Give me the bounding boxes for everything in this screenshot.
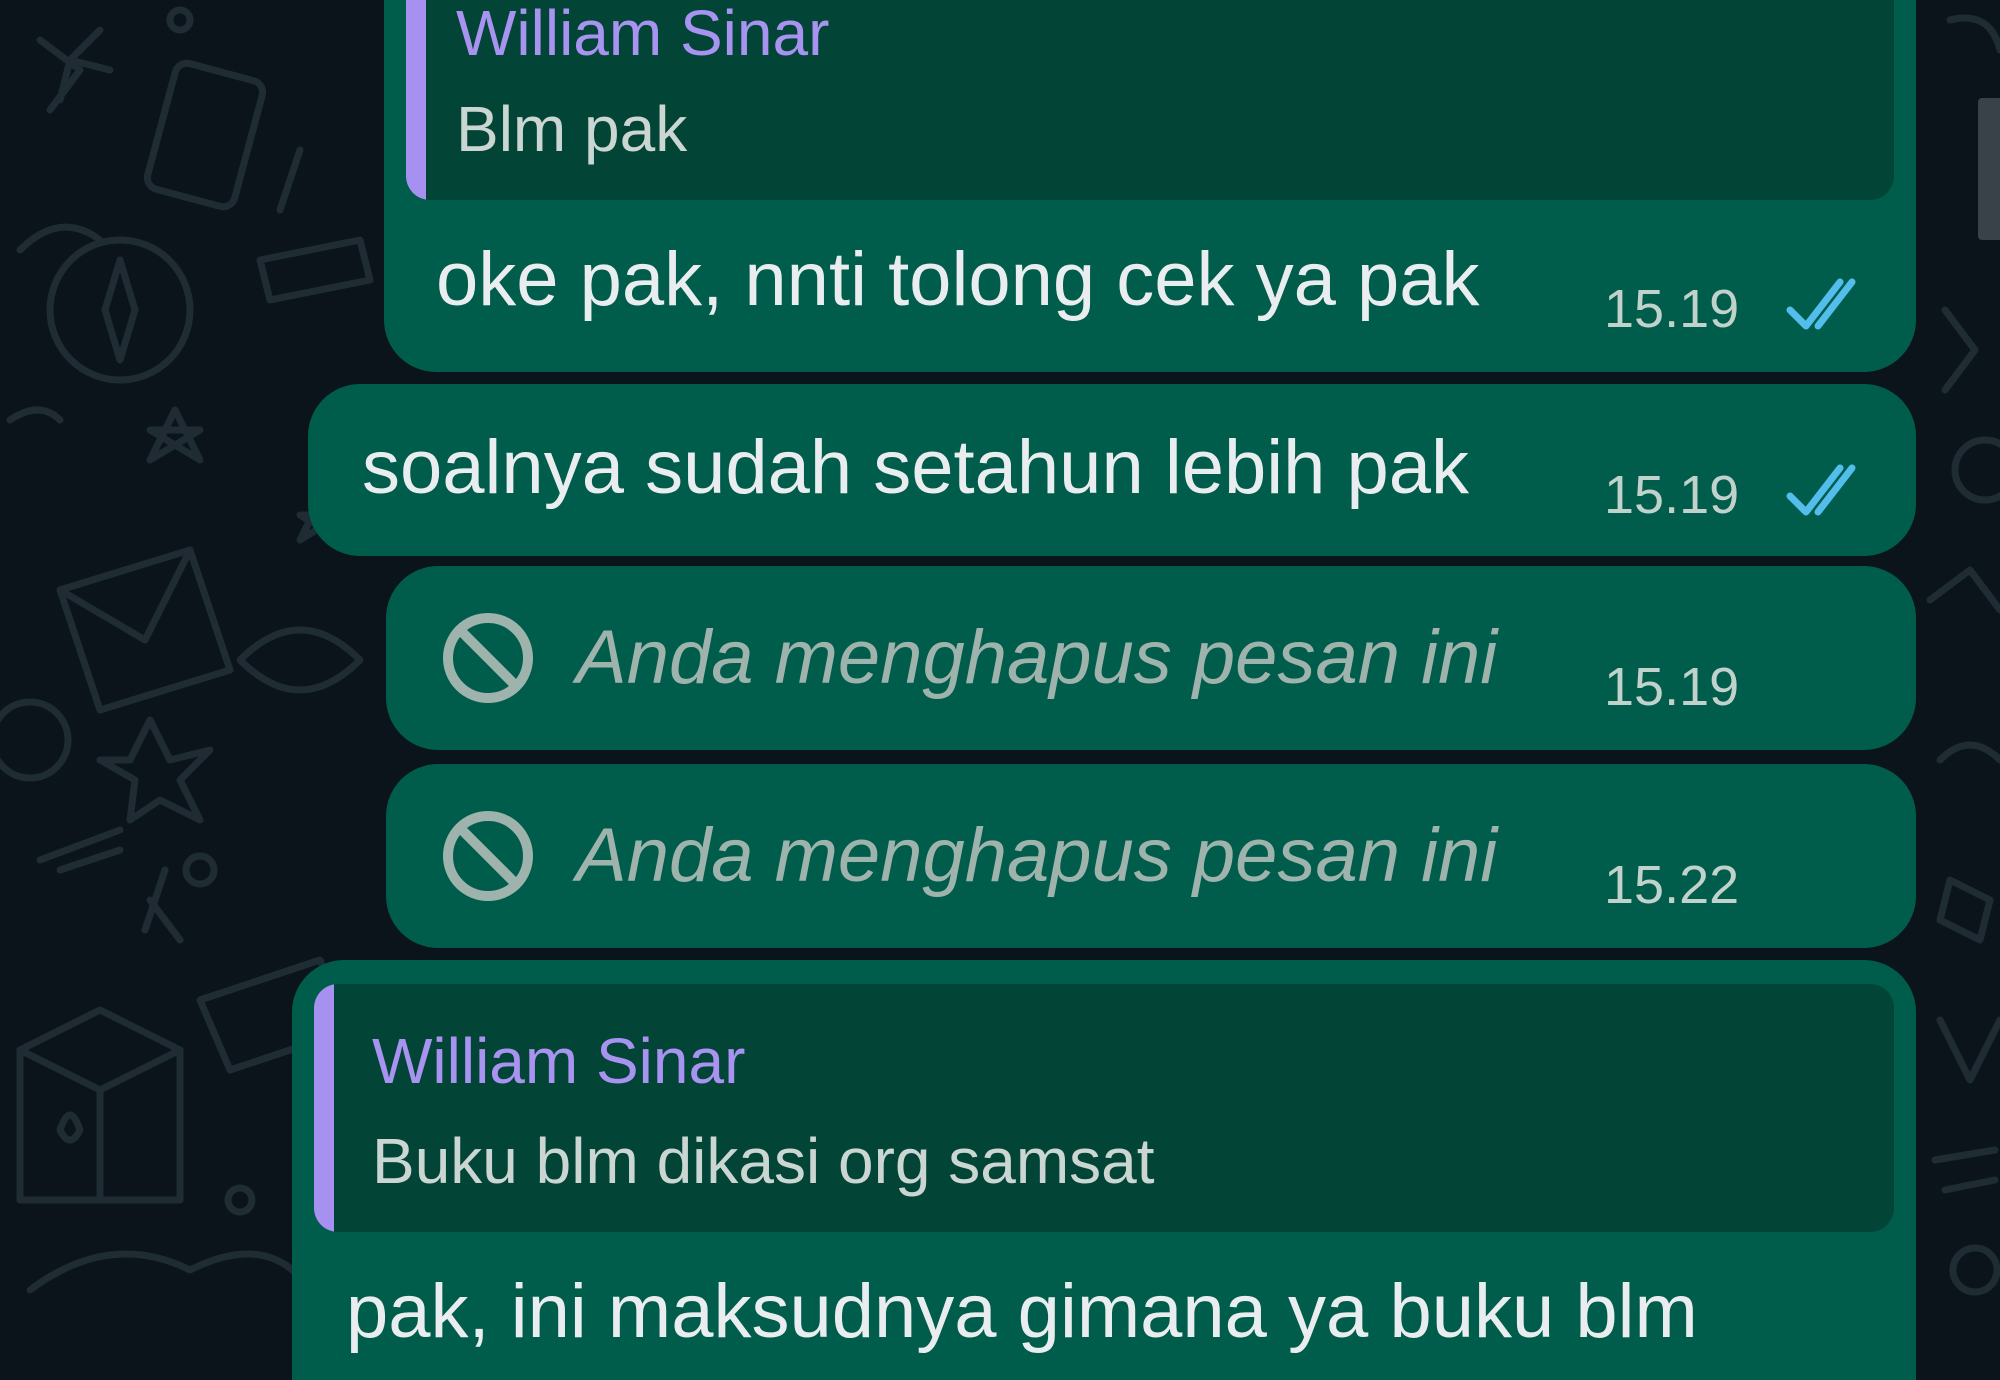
message-text: soalnya sudah setahun lebih pak (362, 425, 1470, 510)
message-bubble[interactable]: soalnya sudah setahun lebih pak 15.19 (308, 384, 1916, 556)
message-text: pak, ini maksudnya gimana ya buku blm (346, 1269, 1698, 1354)
double-check-read-icon (1786, 464, 1856, 516)
message-time: 15.19 (1604, 465, 1740, 525)
double-check-read-icon (1786, 278, 1856, 330)
quote-accent-bar (406, 0, 426, 200)
message-time: 15.22 (1604, 855, 1740, 915)
deleted-message-text: Anda menghapus pesan ini (576, 615, 1498, 700)
quote-text: Blm pak (456, 93, 688, 165)
message-time: 15.19 (1604, 279, 1740, 339)
quoted-message[interactable]: William Sinar Buku blm dikasi org samsat (314, 984, 1894, 1232)
quoted-message[interactable]: William Sinar Blm pak (406, 0, 1894, 200)
prohibited-icon (443, 811, 533, 901)
quote-accent-bar (314, 984, 334, 1232)
quote-author: William Sinar (456, 0, 830, 69)
quote-author: William Sinar (372, 1025, 746, 1097)
message-text: oke pak, nnti tolong cek ya pak (436, 237, 1480, 322)
deleted-message-text: Anda menghapus pesan ini (576, 813, 1498, 898)
scrollbar-thumb[interactable] (1978, 98, 2000, 240)
message-bubble-reply[interactable]: William Sinar Buku blm dikasi org samsat… (292, 960, 1916, 1380)
deleted-message-bubble[interactable]: Anda menghapus pesan ini 15.22 (386, 764, 1916, 948)
prohibited-icon (443, 613, 533, 703)
quote-text: Buku blm dikasi org samsat (372, 1125, 1155, 1197)
message-bubble-reply[interactable]: William Sinar Blm pak oke pak, nnti tolo… (384, 0, 1916, 372)
message-time: 15.19 (1604, 657, 1740, 717)
deleted-message-bubble[interactable]: Anda menghapus pesan ini 15.19 (386, 566, 1916, 750)
